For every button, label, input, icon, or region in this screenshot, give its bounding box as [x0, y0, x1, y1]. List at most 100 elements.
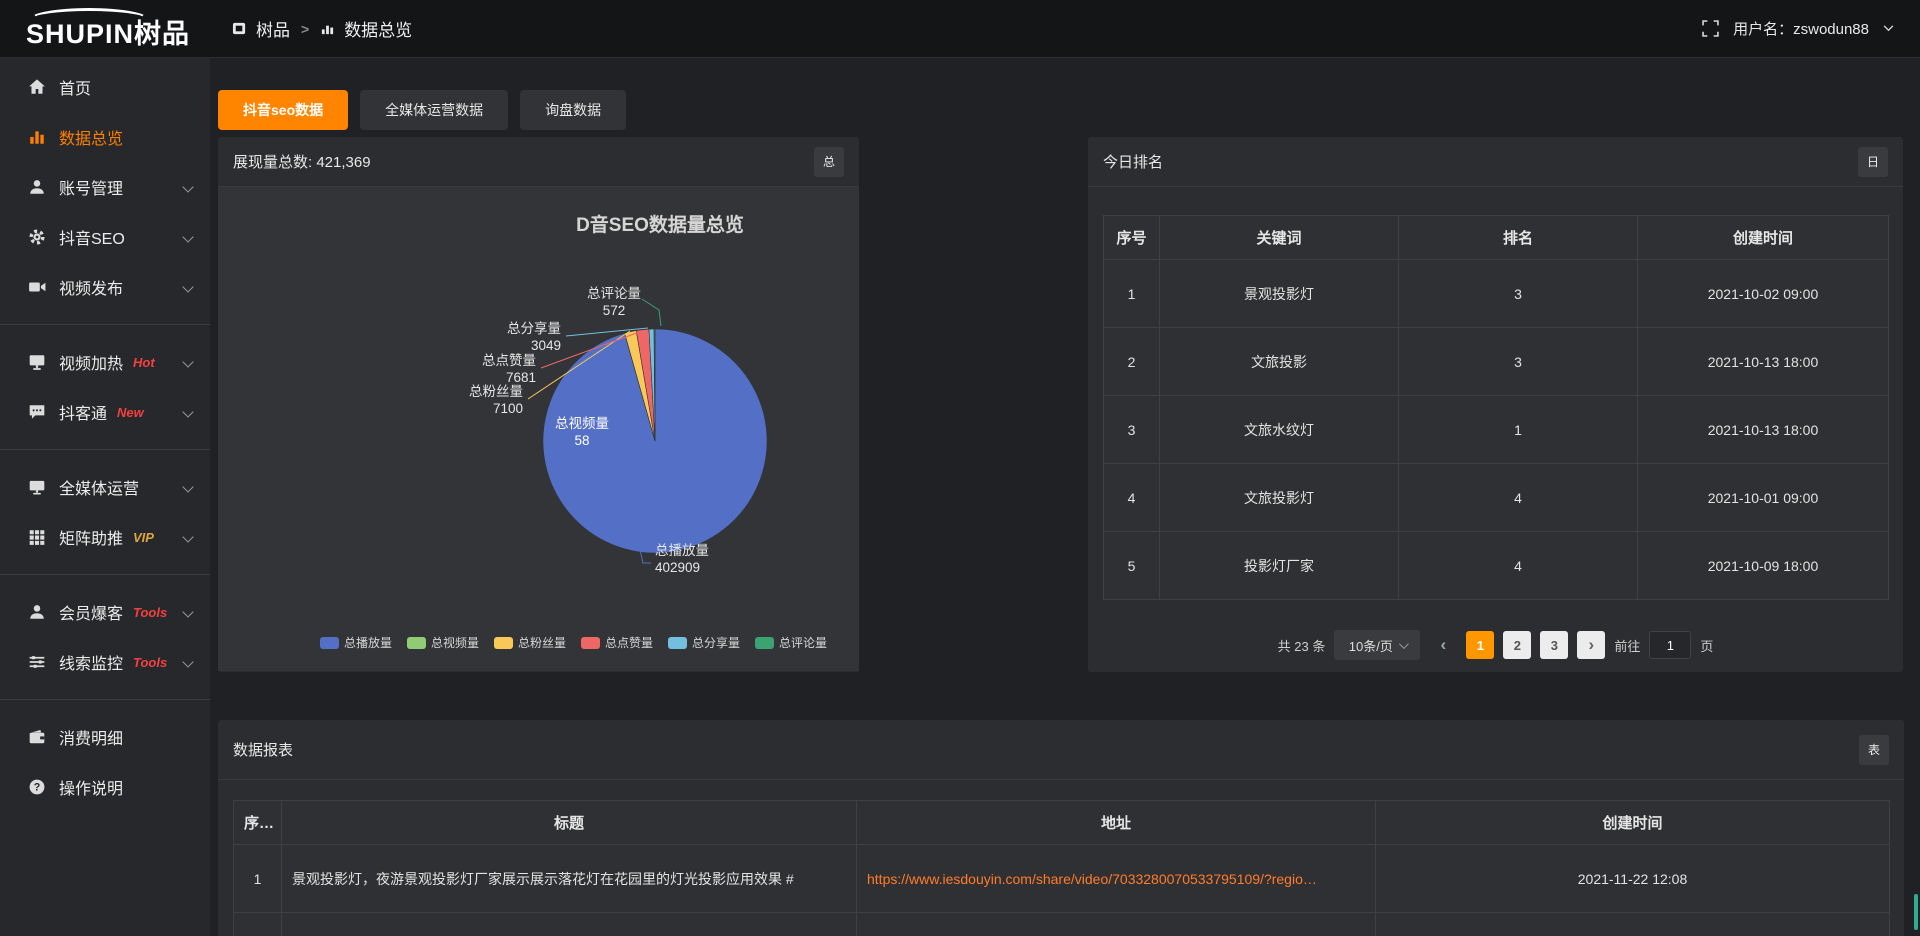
breadcrumb-separator: > [299, 21, 311, 37]
chart-legend: 总播放量总视频量 总粉丝量 总点赞量 总分享量总评论量 [288, 634, 859, 651]
table-cell [857, 913, 1376, 936]
legend-label: 总粉丝量 [518, 634, 566, 651]
sidebar-item-video[interactable]: 视频发布 [0, 262, 210, 312]
member-icon [28, 603, 46, 621]
table-row: 4文旅投影灯42021-10-01 09:00 [1104, 464, 1889, 532]
pie-label: 总视频量 [555, 416, 609, 431]
tab-inquiry-data[interactable]: 询盘数据 [520, 90, 626, 130]
goto-page-input[interactable] [1649, 631, 1691, 659]
scrollbar-thumb[interactable] [1914, 894, 1918, 930]
page-size-value: 10条/页 [1349, 636, 1393, 655]
legend-item[interactable]: 总视频量 [407, 634, 479, 651]
pie-chart: D音SEO数据量总览总播放量402909总视频量58总粉丝量7100总点赞量76… [218, 187, 859, 671]
legend-item[interactable]: 总分享量 [668, 634, 740, 651]
chart-title: D音SEO数据量总览 [576, 213, 744, 236]
legend-label: 总播放量 [344, 634, 392, 651]
legend-label: 总点赞量 [605, 634, 653, 651]
sidebar-item-chat[interactable]: 抖客通New [0, 387, 210, 437]
sidebar-item-user[interactable]: 账号管理 [0, 162, 210, 212]
data-table: 序号标题地址创建时间1景观投影灯，夜游景观投影灯厂家展示展示落花灯在花园里的灯光… [233, 800, 1890, 936]
table-cell: 4 [1104, 464, 1160, 532]
pie-label: 总播放量 [655, 543, 709, 558]
sidebar-item-label: 全媒体运营 [59, 475, 139, 499]
sidebar-item-help[interactable]: ?操作说明 [0, 762, 210, 812]
legend-item[interactable]: 总粉丝量 [494, 634, 566, 651]
legend-label: 总分享量 [692, 634, 740, 651]
prev-page-button[interactable]: ‹ [1429, 631, 1457, 659]
sidebar-badge: Hot [133, 355, 155, 370]
table-cell: 2021-10-01 09:00 [1638, 464, 1889, 532]
legend-item[interactable]: 总点赞量 [581, 634, 653, 651]
tab-douyin-seo-data[interactable]: 抖音seo数据 [218, 90, 348, 130]
sliders-icon [28, 653, 46, 671]
sidebar-item-monitor[interactable]: 全媒体运营 [0, 462, 210, 512]
table-cell: 4 [1399, 464, 1638, 532]
sidebar-item-label: 视频加热 [59, 350, 123, 374]
main-content: 抖音seo数据 全媒体运营数据 询盘数据 展现量总数: 421,369 总 D音… [210, 58, 1920, 936]
data-table: 序号关键词排名创建时间1景观投影灯32021-10-02 09:002文旅投影3… [1103, 215, 1889, 600]
legend-swatch [320, 637, 339, 649]
chevron-down-icon [182, 606, 193, 617]
sidebar-item-label: 抖客通 [59, 400, 107, 424]
next-page-button[interactable]: › [1577, 631, 1605, 659]
goto-label: 前往 [1614, 636, 1640, 655]
rank-panel: 今日排名 日 序号关键词排名创建时间1景观投影灯32021-10-02 09:0… [1088, 137, 1903, 672]
pie-label: 7681 [506, 370, 536, 385]
svg-text:?: ? [34, 782, 41, 794]
page-button-1[interactable]: 1 [1466, 631, 1494, 659]
day-view-button[interactable]: 日 [1858, 147, 1888, 177]
breadcrumb-root[interactable]: 树品 [256, 16, 290, 41]
sidebar-item-gear[interactable]: 抖音SEO [0, 212, 210, 262]
table-cell: 2021-10-13 18:00 [1638, 328, 1889, 396]
table-cell [234, 913, 282, 936]
chevron-down-icon [182, 531, 193, 542]
column-header: 创建时间 [1638, 216, 1889, 260]
report-panel-header: 数据报表 表 [218, 720, 1904, 780]
bar-chart-icon [320, 21, 335, 36]
sidebar-item-wallet[interactable]: 消费明细 [0, 712, 210, 762]
fullscreen-icon[interactable] [1702, 20, 1719, 37]
chevron-down-icon [182, 656, 193, 667]
legend-item[interactable]: 总播放量 [320, 634, 392, 651]
sidebar-item-chart[interactable]: 数据总览 [0, 112, 210, 162]
table-row [234, 913, 1890, 936]
table-cell: 文旅水纹灯 [1160, 396, 1399, 464]
chevron-down-icon [182, 231, 193, 242]
page-button-3[interactable]: 3 [1540, 631, 1568, 659]
rank-table: 序号关键词排名创建时间1景观投影灯32021-10-02 09:002文旅投影3… [1103, 215, 1888, 600]
user-area: 用户名：zswodun88 [1702, 18, 1920, 39]
chevron-down-icon[interactable] [1883, 25, 1894, 32]
sidebar-item-label: 消费明细 [59, 725, 123, 749]
page-size-select[interactable]: 10条/页 [1334, 630, 1420, 660]
monitor-icon [28, 478, 46, 496]
wallet-icon [28, 728, 46, 746]
sidebar-item-member[interactable]: 会员爆客Tools [0, 587, 210, 637]
chevron-down-icon [182, 281, 193, 292]
table-cell [1376, 913, 1890, 936]
goto-suffix: 页 [1700, 636, 1713, 655]
legend-item[interactable]: 总评论量 [755, 634, 827, 651]
table-cell: 文旅投影 [1160, 328, 1399, 396]
app-square-icon [232, 21, 247, 36]
sidebar-item-home[interactable]: 首页 [0, 62, 210, 112]
pie-label: 总评论量 [587, 286, 641, 301]
sidebar-item-grid[interactable]: 矩阵助推VIP [0, 512, 210, 562]
table-row: 1景观投影灯，夜游景观投影灯厂家展示展示落花灯在花园里的灯光投影应用效果 #ht… [234, 845, 1890, 913]
page-button-2[interactable]: 2 [1503, 631, 1531, 659]
table-cell: 3 [1399, 328, 1638, 396]
grid-icon [28, 528, 46, 546]
table-header-row: 序号标题地址创建时间 [234, 801, 1890, 845]
sidebar-item-label: 数据总览 [59, 125, 123, 149]
table-cell: 2021-11-22 12:08 [1376, 845, 1890, 913]
sidebar-item-screen[interactable]: 视频加热 Hot [0, 337, 210, 387]
table-row: 5投影灯厂家42021-10-09 18:00 [1104, 532, 1889, 600]
data-tabs: 抖音seo数据 全媒体运营数据 询盘数据 [218, 90, 626, 130]
username[interactable]: 用户名：zswodun88 [1733, 18, 1869, 39]
table-view-button[interactable]: 表 [1859, 735, 1889, 765]
total-view-button[interactable]: 总 [814, 147, 844, 177]
tab-media-operation-data[interactable]: 全媒体运营数据 [360, 90, 508, 130]
sidebar-item-sliders[interactable]: 线索监控Tools [0, 637, 210, 687]
report-link[interactable]: https://www.iesdouyin.com/share/video/70… [867, 871, 1317, 887]
chevron-down-icon [182, 481, 193, 492]
table-cell: 2021-10-09 18:00 [1638, 532, 1889, 600]
